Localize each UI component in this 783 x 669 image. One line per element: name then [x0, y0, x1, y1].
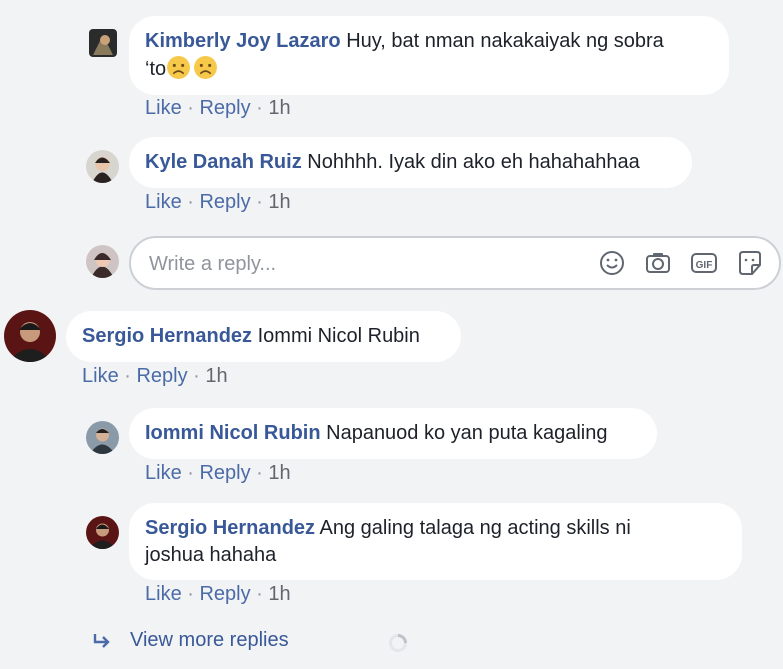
comment-text-line2: ‘to	[145, 58, 167, 80]
separator: ·	[250, 583, 269, 605]
separator: ·	[181, 97, 200, 119]
reply-input[interactable]	[147, 248, 571, 280]
reply-link[interactable]: Reply	[136, 365, 187, 387]
avatar[interactable]	[86, 150, 119, 183]
avatar[interactable]	[86, 516, 119, 549]
reply-link[interactable]: Reply	[199, 191, 250, 213]
comment-text: Ang galing talaga ng acting skills ni	[319, 517, 631, 539]
comment-text: Nohhhh. Iyak din ako eh hahahahhaa	[307, 151, 640, 173]
comment-author[interactable]: Kyle Danah Ruiz	[145, 151, 302, 173]
loading-spinner-icon	[389, 634, 407, 652]
reply-arrow-icon	[93, 634, 110, 648]
separator: ·	[181, 191, 200, 213]
sad-face-icon	[167, 56, 191, 79]
separator: ·	[250, 97, 269, 119]
comment-author[interactable]: Kimberly Joy Lazaro	[145, 30, 341, 52]
comment-actions: Like · Reply · 1h	[145, 462, 291, 485]
like-link[interactable]: Like	[145, 97, 182, 119]
comment-text[interactable]: Iommi Nicol Rubin	[258, 325, 420, 347]
reply-link[interactable]: Reply	[199, 583, 250, 605]
timestamp[interactable]: 1h	[268, 97, 290, 119]
comment-bubble: Kimberly Joy Lazaro Huy, bat nman nakaka…	[129, 16, 729, 95]
sticker-icon[interactable]	[736, 249, 764, 277]
reply-composer: GIF	[129, 236, 781, 290]
comment-bubble: Iommi Nicol Rubin Napanuod ko yan puta k…	[129, 408, 657, 459]
gif-icon[interactable]: GIF	[690, 249, 718, 277]
separator: ·	[250, 191, 269, 213]
svg-text:GIF: GIF	[696, 260, 713, 271]
comment-bubble: Sergio Hernandez Ang galing talaga ng ac…	[129, 503, 742, 580]
emoji-icon[interactable]	[598, 249, 626, 277]
like-link[interactable]: Like	[145, 191, 182, 213]
like-link[interactable]: Like	[82, 365, 119, 387]
avatar[interactable]	[89, 29, 117, 57]
separator: ·	[250, 462, 269, 484]
timestamp[interactable]: 1h	[268, 583, 290, 605]
timestamp[interactable]: 1h	[205, 365, 227, 387]
comment-text-line2: joshua hahaha	[145, 544, 277, 566]
comment-bubble: Kyle Danah Ruiz Nohhhh. Iyak din ako eh …	[129, 137, 692, 188]
like-link[interactable]: Like	[145, 462, 182, 484]
comment-text: Napanuod ko yan puta kagaling	[326, 422, 608, 444]
comment-actions: Like · Reply · 1h	[145, 583, 291, 606]
comment-actions: Like · Reply · 1h	[145, 191, 291, 214]
sad-face-icon	[194, 56, 218, 79]
separator: ·	[118, 365, 137, 387]
avatar[interactable]	[86, 421, 119, 454]
reply-link[interactable]: Reply	[199, 462, 250, 484]
comment-actions: Like · Reply · 1h	[145, 97, 291, 120]
timestamp[interactable]: 1h	[268, 462, 290, 484]
reply-link[interactable]: Reply	[199, 97, 250, 119]
like-link[interactable]: Like	[145, 583, 182, 605]
camera-icon[interactable]	[644, 249, 672, 277]
comment-text: Huy, bat nman nakakaiyak ng sobra	[346, 30, 664, 52]
view-more-label[interactable]: View more replies	[130, 629, 289, 652]
comment-author[interactable]: Sergio Hernandez	[82, 325, 252, 347]
timestamp[interactable]: 1h	[268, 191, 290, 213]
avatar[interactable]	[4, 310, 56, 362]
avatar	[86, 245, 119, 278]
comment-bubble: Sergio Hernandez Iommi Nicol Rubin	[66, 311, 461, 362]
comment-actions: Like · Reply · 1h	[82, 365, 228, 388]
comment-author[interactable]: Sergio Hernandez	[145, 517, 315, 539]
separator: ·	[181, 462, 200, 484]
separator: ·	[187, 365, 206, 387]
comment-author[interactable]: Iommi Nicol Rubin	[145, 422, 321, 444]
separator: ·	[181, 583, 200, 605]
